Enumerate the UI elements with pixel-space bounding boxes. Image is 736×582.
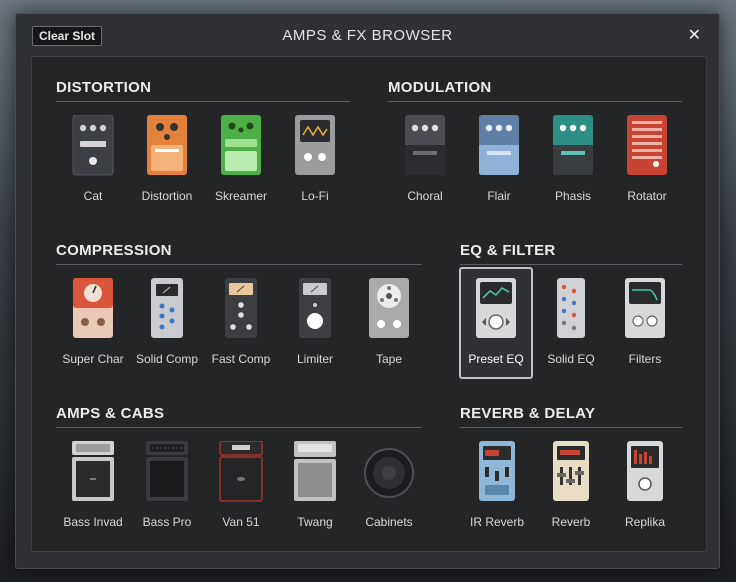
fx-label: Preset EQ [468,352,524,366]
fx-label: Lo-Fi [301,189,329,203]
filters-pedal-icon [625,278,665,338]
solid-eq-pedal-icon [557,278,585,338]
fx-item-distortion[interactable]: Distortion [130,115,204,225]
section-title: REVERB & DELAY [460,405,682,428]
fx-item-cabinets[interactable]: Cabinets [352,441,426,551]
fx-item-rotator[interactable]: Rotator [610,115,684,225]
section-compression: COMPRESSION Super Char Solid Comp Fast C… [56,242,422,366]
fx-label: Replika [624,515,666,529]
title-bar: Clear Slot AMPS & FX BROWSER ✕ [16,14,719,56]
section-distortion: DISTORTION Cat Distortion Skreamer Lo-Fi [56,79,350,203]
fx-item-ir-reverb[interactable]: IR Reverb [460,441,534,551]
fx-item-phasis[interactable]: Phasis [536,115,610,225]
fx-item-super-char[interactable]: Super Char [56,278,130,388]
section-title: COMPRESSION [56,242,422,265]
reverb-pedal-icon [553,441,589,501]
flair-pedal-icon [479,115,519,175]
section-title: EQ & FILTER [460,242,682,265]
super-char-pedal-icon [73,278,113,338]
fx-item-solid-eq[interactable]: Solid EQ [534,278,608,388]
distortion-pedal-icon [147,115,187,175]
fx-item-filters[interactable]: Filters [608,278,682,388]
fx-item-van-51[interactable]: Van 51 [204,441,278,551]
fx-item-flair[interactable]: Flair [462,115,536,225]
fast-comp-pedal-icon [225,278,257,338]
fx-item-preset-eq[interactable]: Preset EQ [459,267,533,379]
solid-comp-pedal-icon [151,278,183,338]
window-title: AMPS & FX BROWSER [282,27,453,44]
section-modulation: MODULATION Choral Flair Phasis Rotator [388,79,682,203]
section-title: AMPS & CABS [56,405,422,428]
fx-item-bass-invad[interactable]: Bass Invad [56,441,130,551]
fx-label: Tape [375,352,403,366]
fx-label: Rotator [627,189,667,203]
cabinet-speaker-icon [364,448,414,498]
cat-pedal-icon [72,115,114,176]
fx-item-cat[interactable]: Cat [56,115,130,225]
browser-panel: DISTORTION Cat Distortion Skreamer Lo-Fi… [31,56,707,552]
fx-item-fast-comp[interactable]: Fast Comp [204,278,278,388]
preset-eq-pedal-icon [476,278,516,338]
section-title: MODULATION [388,79,682,102]
fx-item-twang[interactable]: Twang [278,441,352,551]
twang-amp-icon [294,441,336,501]
skreamer-pedal-icon [221,115,261,175]
section-amps-cabs: AMPS & CABS Bass Invad Bass Pro Van 51 T… [56,405,422,529]
tape-pedal-icon [369,278,409,338]
lofi-pedal-icon [295,115,335,175]
fx-label: Cabinets [365,515,413,529]
bass-pro-amp-icon [146,441,188,501]
fx-item-reverb[interactable]: Reverb [534,441,608,551]
ir-reverb-pedal-icon [479,441,515,501]
browser-window: Clear Slot AMPS & FX BROWSER ✕ DISTORTIO… [15,13,720,569]
bass-invad-amp-icon [72,441,114,501]
choral-pedal-icon [405,115,445,175]
fx-item-replika[interactable]: Replika [608,441,682,551]
section-eq-filter: EQ & FILTER Preset EQ Solid EQ Filters [459,242,682,379]
limiter-pedal-icon [299,278,331,338]
fx-item-choral[interactable]: Choral [388,115,462,225]
fx-item-bass-pro[interactable]: Bass Pro [130,441,204,551]
fx-item-tape[interactable]: Tape [352,278,426,388]
fx-item-lofi[interactable]: Lo-Fi [278,115,352,225]
replika-pedal-icon [627,441,663,501]
van-51-amp-icon [219,441,263,502]
close-icon[interactable]: ✕ [688,25,701,45]
fx-item-solid-comp[interactable]: Solid Comp [130,278,204,388]
fx-label: Filters [628,352,662,366]
fx-item-limiter[interactable]: Limiter [278,278,352,388]
phasis-pedal-icon [553,115,593,175]
rotator-pedal-icon [627,115,667,175]
fx-item-skreamer[interactable]: Skreamer [204,115,278,225]
section-title: DISTORTION [56,79,350,102]
section-reverb-delay: REVERB & DELAY IR Reverb Reverb Replika [460,405,682,529]
